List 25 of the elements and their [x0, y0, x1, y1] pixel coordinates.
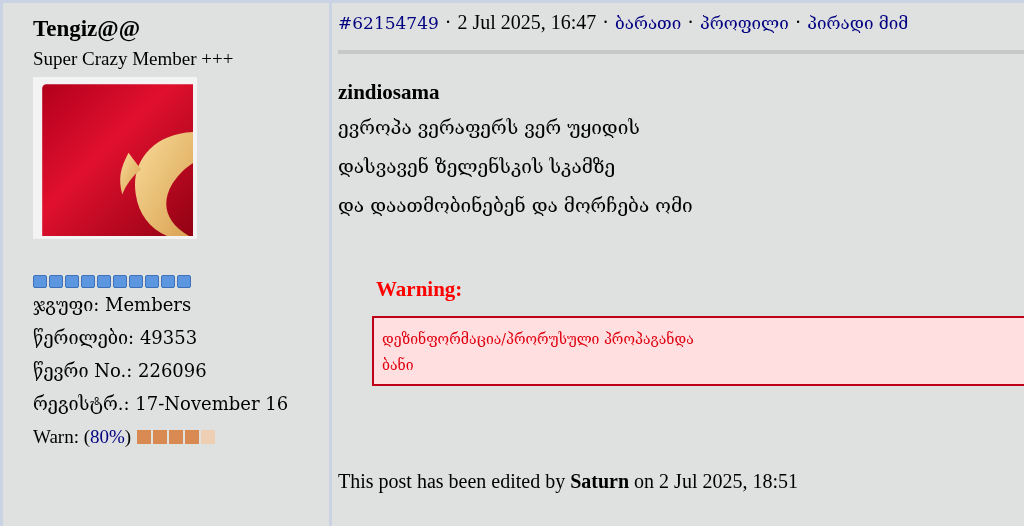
- post-date: 2 Jul 2025, 16:47: [457, 11, 597, 34]
- post-text-line: ევროპა ვერაფერს ვერ უყიდის: [338, 115, 641, 140]
- member-stat: წევრი No.: 226096: [33, 359, 208, 383]
- member-title: Super Crazy Member +++: [33, 47, 235, 71]
- warning-text: ბანი: [382, 356, 415, 375]
- member-stat: ჯგუფი: Members: [33, 293, 193, 317]
- separator-dot: ·: [794, 11, 802, 34]
- warn-label: Warn: (80%): [33, 425, 132, 449]
- username: Tengiz@@: [33, 15, 142, 44]
- post-text-line: დასვავენ ზელენსკის სკამზე: [338, 154, 617, 179]
- post-header-link[interactable]: #62154749: [338, 12, 439, 33]
- post-text-line: და დაათმობინებენ და მორჩება ომი: [338, 193, 694, 218]
- warning-heading: Warning:: [376, 277, 464, 302]
- member-stat: რეგისტრ.: 17-November 16: [33, 392, 290, 416]
- separator-dot: ·: [444, 11, 452, 34]
- edit-note: This post has been edited by Saturn on 2 Jul 2025, 18:51: [338, 470, 799, 493]
- separator-dot: ·: [687, 11, 694, 34]
- member-stat: წერილები: 49353: [33, 326, 199, 350]
- warn-percent-link[interactable]: 80%: [90, 426, 125, 447]
- post-header-link[interactable]: პირადი მიმ: [807, 12, 909, 33]
- post-title: zindiosama: [338, 79, 441, 106]
- separator-dot: ·: [602, 11, 610, 34]
- warning-text: დეზინფორმაცია/პრორუსული პროპაგანდა: [382, 330, 695, 349]
- post-header-link[interactable]: პროფილი: [699, 12, 789, 33]
- post-header-link[interactable]: ბარათი: [615, 12, 682, 33]
